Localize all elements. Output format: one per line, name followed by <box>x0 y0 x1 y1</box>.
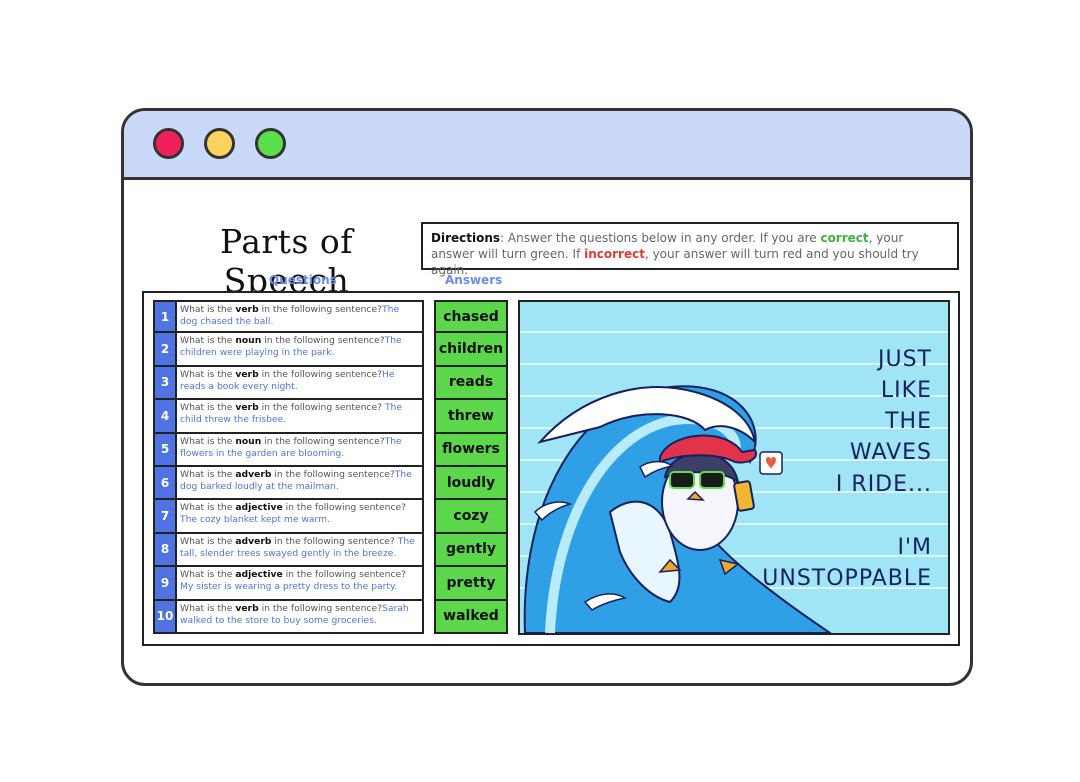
question-text: What is the adverb in the following sent… <box>177 467 422 498</box>
question-row: 7 What is the adjective in the following … <box>153 500 424 534</box>
question-part: verb <box>235 304 259 315</box>
directions-text-1: : Answer the questions below in any orde… <box>500 231 821 245</box>
question-number: 1 <box>155 302 177 332</box>
question-number: 4 <box>155 400 177 432</box>
answer-field[interactable]: reads <box>434 366 508 401</box>
question-number: 5 <box>155 433 177 465</box>
question-text: What is the noun in the following senten… <box>177 434 422 465</box>
question-part: adjective <box>235 502 283 514</box>
title-bar <box>124 111 970 180</box>
answer-field[interactable]: chased <box>434 300 508 334</box>
question-text: What is the verb in the following senten… <box>177 400 422 431</box>
browser-window: Parts of Speech Directions: Answer the q… <box>121 108 973 686</box>
question-suffix: in the following sentence? <box>258 304 383 315</box>
questions-list: 1 What is the verb in the following sente… <box>153 300 424 634</box>
answer-field[interactable]: gently <box>434 533 508 568</box>
directions-incorrect: incorrect <box>584 247 645 261</box>
question-prefix: What is the <box>180 502 236 514</box>
question-prefix: What is the <box>180 368 236 380</box>
question-text: What is the verb in the following senten… <box>177 601 422 632</box>
reward-image: JUST LIKE THE WAVES I RIDE... I'M UNSTOP… <box>518 300 950 635</box>
question-number: 9 <box>155 567 177 599</box>
answer-field[interactable]: pretty <box>434 567 508 601</box>
question-text: What is the adjective in the following s… <box>177 500 422 531</box>
question-row: 10 What is the verb in the following sent… <box>153 600 424 634</box>
answer-field[interactable]: loudly <box>434 466 508 501</box>
directions-correct: correct <box>820 231 869 245</box>
questions-header: Questions <box>269 273 337 287</box>
question-number: 8 <box>155 533 177 566</box>
question-prefix: What is the <box>180 468 236 480</box>
question-prefix: What is the <box>180 304 236 315</box>
question-text: What is the verb in the following senten… <box>177 302 422 331</box>
question-suffix: in the following sentence? <box>258 602 383 614</box>
question-part: verb <box>235 368 259 380</box>
question-part: noun <box>235 335 262 347</box>
question-part: verb <box>235 602 259 614</box>
reward-line-2: LIKE <box>880 378 932 403</box>
answer-field[interactable]: walked <box>434 600 508 634</box>
question-text: What is the adjective in the following s… <box>177 567 422 598</box>
reward-line-1: JUST <box>878 347 932 372</box>
answers-header: Answers <box>445 273 503 287</box>
question-part: verb <box>235 402 259 414</box>
question-row: 8 What is the adverb in the following sen… <box>153 533 424 568</box>
answer-field[interactable]: children <box>434 333 508 367</box>
question-number: 2 <box>155 333 177 365</box>
question-part: noun <box>235 435 262 447</box>
question-row: 2 What is the noun in the following sente… <box>153 333 424 367</box>
question-number: 6 <box>155 466 177 499</box>
question-part: adverb <box>235 535 272 547</box>
question-text: What is the verb in the following senten… <box>177 367 422 398</box>
question-suffix: in the following sentence? <box>271 468 395 480</box>
question-prefix: What is the <box>180 435 236 447</box>
question-row: 5 What is the noun in the following sente… <box>153 433 424 467</box>
question-part: adjective <box>235 569 283 581</box>
question-suffix: in the following sentence? <box>282 502 407 514</box>
reward-line-7: UNSTOPPABLE <box>762 566 932 591</box>
question-number: 3 <box>155 366 177 399</box>
question-prefix: What is the <box>180 569 236 581</box>
question-text: What is the adverb in the following sent… <box>177 534 422 565</box>
question-suffix: in the following sentence? <box>261 435 385 447</box>
directions-box: Directions: Answer the questions below i… <box>421 222 959 277</box>
question-suffix: in the following sentence? <box>258 368 383 380</box>
activity-board: 1 What is the verb in the following sente… <box>142 291 960 646</box>
answer-field[interactable]: cozy <box>434 500 508 534</box>
question-sentence: My sister is wearing a pretty dress to t… <box>180 581 398 593</box>
question-number: 10 <box>155 600 177 632</box>
question-number: 7 <box>155 500 177 532</box>
maximize-window-button[interactable] <box>255 128 286 159</box>
reward-line-3: THE <box>885 409 932 434</box>
answer-field[interactable]: threw <box>434 400 508 434</box>
question-part: adverb <box>235 468 272 480</box>
question-row: 1 What is the verb in the following sente… <box>153 300 424 334</box>
question-prefix: What is the <box>180 335 236 347</box>
answers-list: chased children reads threw flowers loudly coz… <box>434 300 508 634</box>
directions-label: Directions <box>431 231 501 245</box>
reward-line-4: WAVES <box>849 440 932 465</box>
question-sentence: The cozy blanket kept me warm. <box>180 514 331 526</box>
reward-line-6: I'M <box>897 535 932 560</box>
question-suffix: in the following sentence? <box>271 535 398 547</box>
question-suffix: in the following sentence? <box>258 402 385 414</box>
close-window-button[interactable] <box>153 128 184 159</box>
question-prefix: What is the <box>180 402 236 414</box>
question-row: 9 What is the adjective in the following … <box>153 567 424 601</box>
minimize-window-button[interactable] <box>204 128 235 159</box>
question-suffix: in the following sentence? <box>261 335 385 347</box>
question-row: 3 What is the verb in the following sente… <box>153 366 424 401</box>
answer-field[interactable]: flowers <box>434 433 508 467</box>
question-prefix: What is the <box>180 602 236 614</box>
page-title: Parts of Speech <box>220 222 353 300</box>
question-suffix: in the following sentence? <box>282 569 407 581</box>
question-prefix: What is the <box>180 535 236 547</box>
reward-line-5: I RIDE... <box>835 472 932 497</box>
question-row: 6 What is the adverb in the following sen… <box>153 466 424 501</box>
question-text: What is the noun in the following senten… <box>177 333 422 364</box>
question-row: 4 What is the verb in the following sente… <box>153 400 424 434</box>
